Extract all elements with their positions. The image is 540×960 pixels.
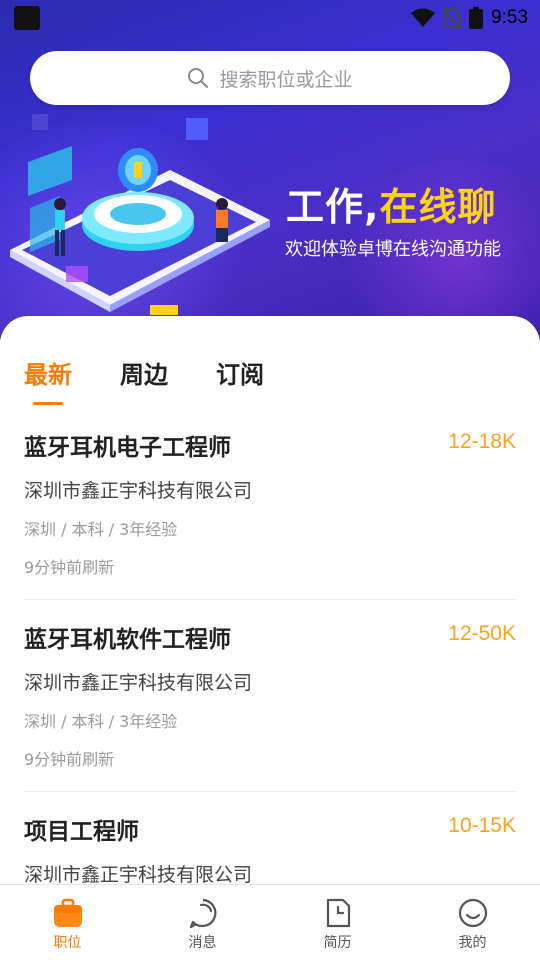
job-refresh-time: 9分钟前刷新 — [24, 750, 115, 769]
job-salary: 12-50K — [448, 622, 516, 645]
wifi-icon — [411, 8, 436, 27]
chat-illustration — [10, 114, 270, 315]
job-company: 深圳市鑫正宇科技有限公司 — [24, 864, 253, 886]
nav-profile[interactable]: 我的 — [405, 885, 540, 960]
nav-label: 我的 — [458, 935, 487, 951]
search-icon — [188, 68, 209, 88]
job-card[interactable]: 项目工程师 10-15K 深圳市鑫正宇科技有限公司 — [24, 792, 516, 886]
job-list: 蓝牙耳机电子工程师 12-18K 深圳市鑫正宇科技有限公司 深圳 / 本科 / … — [24, 408, 516, 886]
status-time: 9:53 — [491, 7, 528, 28]
nav-jobs[interactable]: 职位 — [0, 885, 135, 960]
job-company: 深圳市鑫正宇科技有限公司 — [24, 672, 253, 694]
bottom-nav: 职位 消息 简历 我的 — [0, 884, 540, 960]
job-feed-panel: 最新 周边 订阅 蓝牙耳机电子工程师 12-18K 深圳市鑫正宇科技有限公司 深… — [0, 316, 540, 886]
tab-subscribed[interactable]: 订阅 — [216, 358, 264, 398]
document-icon — [326, 898, 350, 928]
banner-subtitle: 欢迎体验卓博在线沟通功能 — [285, 239, 501, 260]
app-notification-icon — [14, 6, 40, 30]
no-sim-icon — [443, 8, 462, 29]
job-salary: 12-18K — [448, 430, 516, 453]
job-card[interactable]: 蓝牙耳机软件工程师 12-50K 深圳市鑫正宇科技有限公司 深圳 / 本科 / … — [24, 600, 516, 792]
status-icons: 9:53 — [411, 6, 528, 30]
nav-resume[interactable]: 简历 — [270, 885, 405, 960]
hero-banner[interactable]: 9:53 搜索职位或企业 工作,在线聊 欢迎体验卓博在线沟通功能 — [0, 0, 540, 340]
job-refresh-time: 9分钟前刷新 — [24, 558, 115, 577]
job-requirements: 深圳 / 本科 / 3年经验 — [24, 520, 178, 539]
tab-nearby[interactable]: 周边 — [120, 358, 168, 398]
search-placeholder: 搜索职位或企业 — [219, 68, 353, 91]
nav-label: 简历 — [323, 935, 352, 951]
job-salary: 10-15K — [448, 814, 516, 837]
chat-bubble-icon — [189, 898, 216, 929]
job-company: 深圳市鑫正宇科技有限公司 — [24, 480, 253, 502]
nav-label: 职位 — [53, 935, 82, 951]
banner-title-highlight: 在线聊 — [379, 185, 497, 229]
battery-icon — [469, 7, 484, 29]
job-title: 蓝牙耳机电子工程师 — [24, 435, 231, 461]
tab-latest[interactable]: 最新 — [24, 358, 72, 405]
banner-title-main: 工作, — [286, 185, 380, 229]
search-input[interactable]: 搜索职位或企业 — [30, 51, 510, 105]
job-title: 项目工程师 — [24, 819, 139, 845]
briefcase-icon — [53, 898, 82, 927]
job-requirements: 深圳 / 本科 / 3年经验 — [24, 712, 178, 731]
feed-tabs: 最新 周边 订阅 — [24, 358, 264, 405]
job-title: 蓝牙耳机软件工程师 — [24, 627, 231, 653]
nav-label: 消息 — [188, 935, 217, 951]
status-bar: 9:53 — [0, 0, 540, 36]
smiley-icon — [458, 898, 487, 928]
banner-title: 工作,在线聊 — [286, 176, 496, 231]
job-card[interactable]: 蓝牙耳机电子工程师 12-18K 深圳市鑫正宇科技有限公司 深圳 / 本科 / … — [24, 408, 516, 600]
nav-messages[interactable]: 消息 — [135, 885, 270, 960]
